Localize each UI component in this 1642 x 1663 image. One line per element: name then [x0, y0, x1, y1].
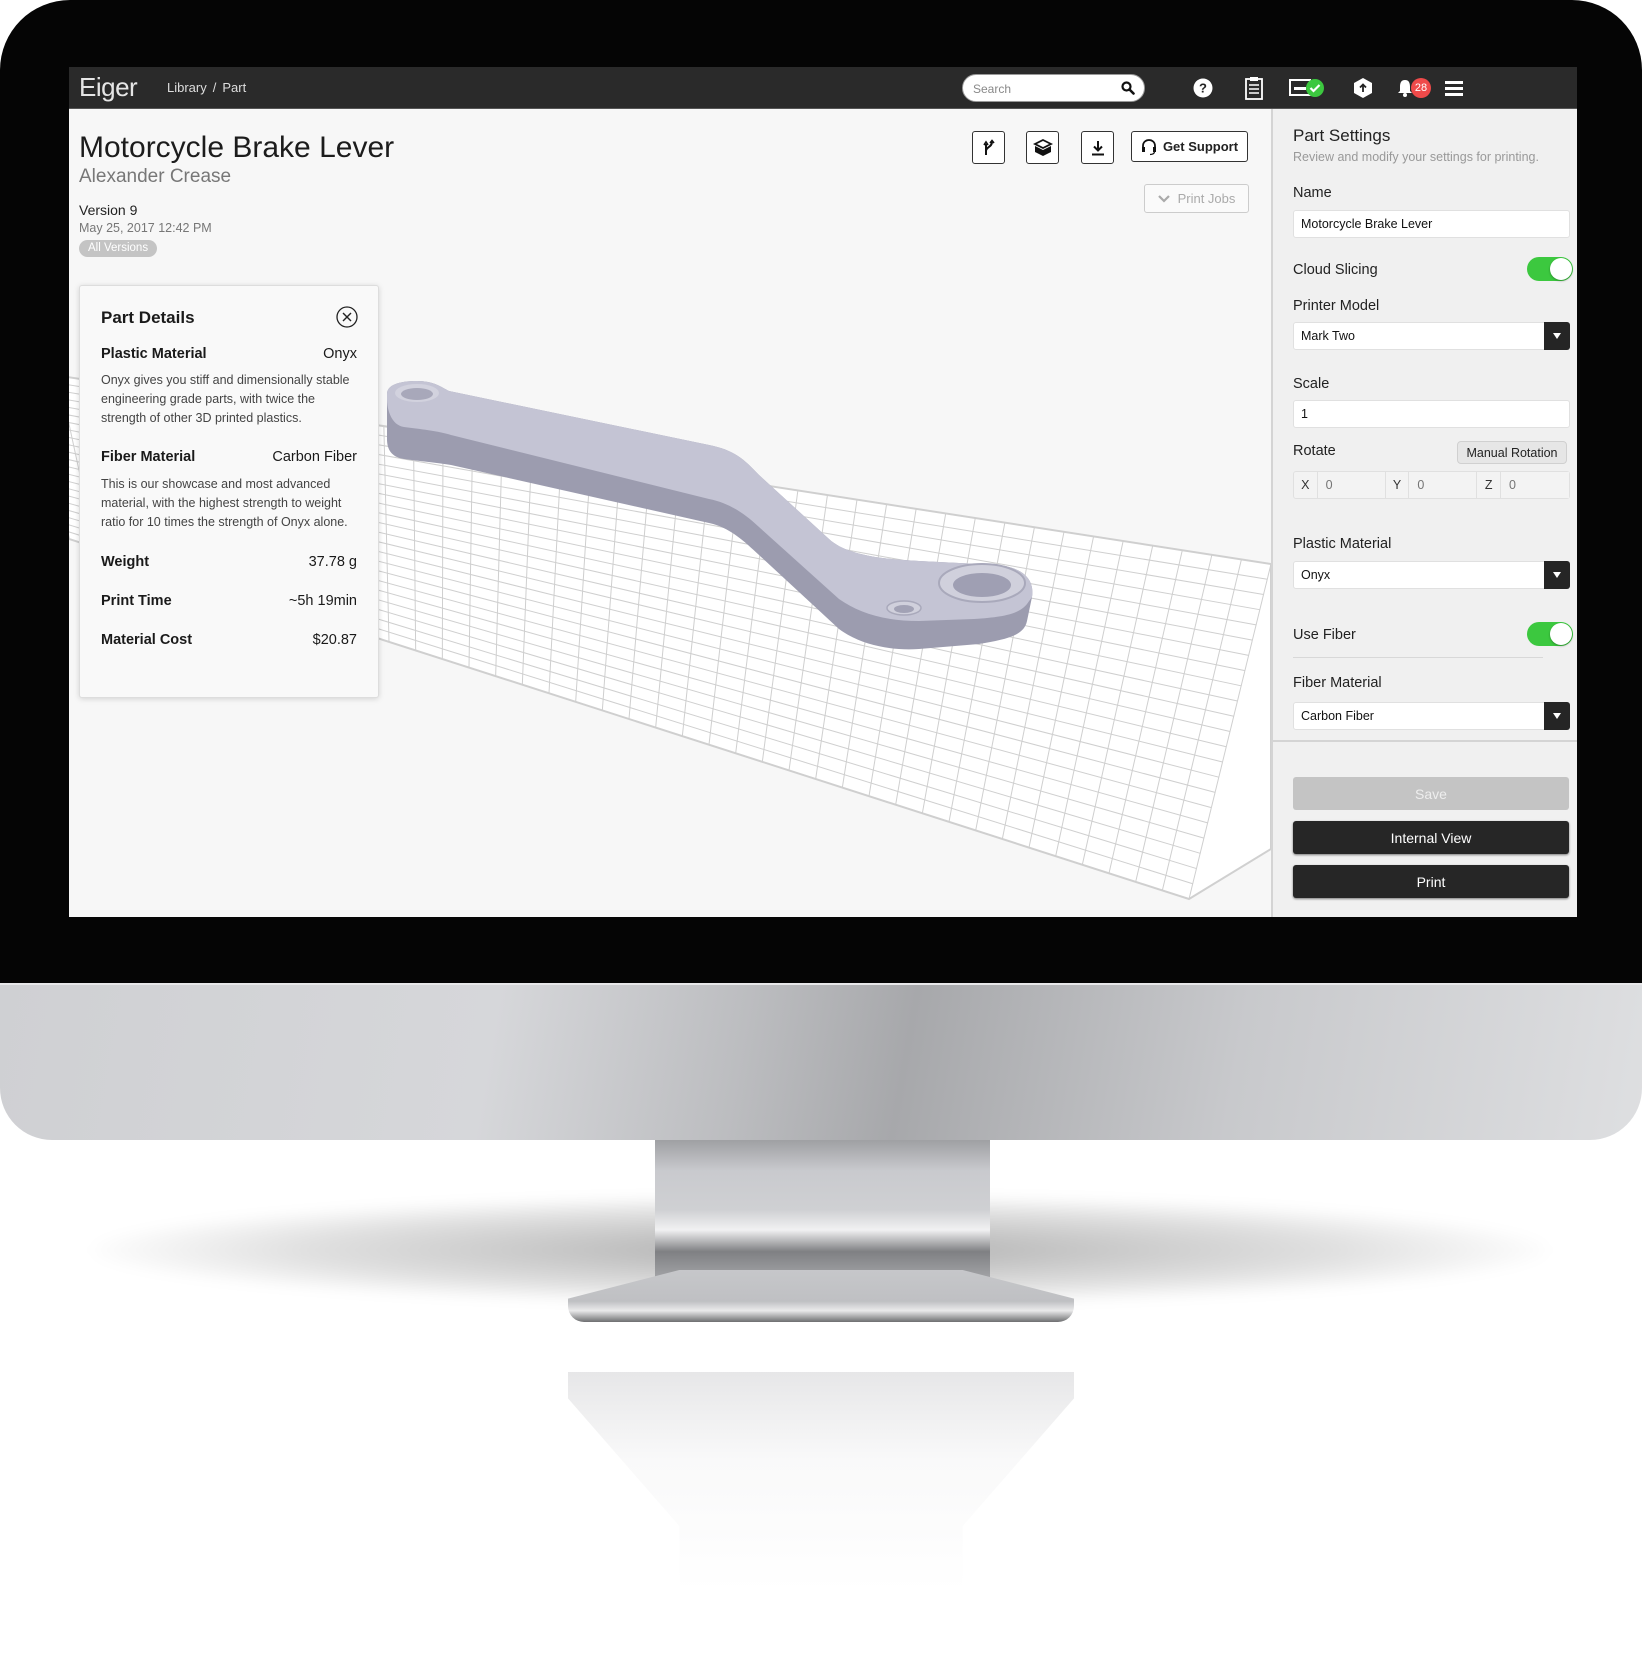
part-settings-panel: Part Settings Review and modify your set…: [1271, 109, 1577, 917]
printer-model-value: Mark Two: [1301, 329, 1355, 343]
material-cost-value: $20.87: [312, 632, 357, 648]
version-label: Version 9: [79, 202, 138, 218]
top-navigation-bar: Eiger Library / Part ?: [69, 67, 1577, 109]
part-details-title: Part Details: [101, 308, 195, 327]
part-view: Motorcycle Brake Lever Alexander Crease …: [69, 109, 1271, 917]
fiber-material-row: Fiber Material Carbon Fiber: [101, 449, 357, 465]
part-details-card: Part Details Plastic Material Onyx Onyx …: [79, 285, 379, 698]
toggle-knob: [1550, 258, 1572, 280]
dropdown-arrow-icon[interactable]: [1544, 702, 1570, 730]
clipboard-icon[interactable]: [1244, 76, 1264, 100]
cloud-slicing-toggle[interactable]: [1527, 257, 1573, 281]
dropdown-arrow-icon[interactable]: [1544, 322, 1570, 350]
rotate-y-input[interactable]: [1409, 472, 1478, 498]
plastic-material-row: Plastic Material Onyx: [101, 346, 357, 362]
page-title: Motorcycle Brake Lever: [79, 131, 395, 164]
material-cost-label: Material Cost: [101, 632, 193, 648]
name-label: Name: [1293, 185, 1332, 201]
use-fiber-toggle[interactable]: [1527, 622, 1573, 646]
app-logo[interactable]: Eiger: [79, 72, 138, 103]
internal-view-button[interactable]: Internal View: [1293, 821, 1569, 854]
rotate-x-input[interactable]: [1317, 472, 1386, 498]
fiber-material-label: Fiber Material: [101, 449, 196, 465]
manual-rotation-button[interactable]: Manual Rotation: [1457, 441, 1567, 464]
rotate-label: Rotate: [1293, 443, 1336, 459]
stand-reflection: [568, 1372, 1074, 1592]
scale-label: Scale: [1293, 376, 1330, 392]
app-screen: Eiger Library / Part ?: [69, 67, 1577, 917]
fiber-material-description: This is our showcase and most advanced m…: [101, 477, 348, 529]
plastic-material-select[interactable]: Onyx: [1293, 561, 1570, 589]
printer-status-icon[interactable]: [1289, 76, 1325, 100]
breadcrumb: Library / Part: [167, 80, 246, 95]
rotate-z-input[interactable]: [1501, 472, 1570, 498]
material-cost-row: Material Cost $20.87: [101, 632, 357, 648]
get-support-button[interactable]: Get Support: [1131, 131, 1248, 162]
fiber-material-setting-label: Fiber Material: [1293, 675, 1382, 691]
search-box: [962, 74, 1145, 102]
section-divider: [1293, 657, 1543, 658]
search-input[interactable]: [973, 80, 1113, 98]
breadcrumb-separator: /: [212, 80, 217, 95]
download-button[interactable]: [1081, 131, 1114, 164]
version-date: May 25, 2017 12:42 PM: [79, 221, 212, 235]
plastic-material-description: Onyx gives you stiff and dimensionally s…: [101, 373, 350, 425]
plastic-material-setting-label: Plastic Material: [1293, 536, 1392, 552]
plastic-material-label: Plastic Material: [101, 346, 207, 362]
all-versions-button[interactable]: All Versions: [79, 240, 158, 257]
print-time-value: ~5h 19min: [288, 593, 357, 609]
download-icon: [1091, 140, 1104, 155]
branch-icon: [982, 138, 995, 155]
weight-label: Weight: [101, 554, 150, 570]
printer-model-label: Printer Model: [1293, 298, 1380, 314]
part-settings-subtitle: Review and modify your settings for prin…: [1293, 150, 1539, 164]
breadcrumb-library[interactable]: Library: [167, 80, 207, 95]
rotation-inputs: X Y Z: [1293, 471, 1570, 499]
help-icon[interactable]: ?: [1193, 76, 1213, 100]
print-jobs-dropdown[interactable]: Print Jobs: [1144, 184, 1249, 213]
fiber-material-select-value: Carbon Fiber: [1301, 709, 1374, 723]
name-input[interactable]: [1293, 210, 1570, 238]
svg-text:?: ?: [1199, 81, 1207, 96]
rotate-y-label: Y: [1386, 472, 1410, 498]
print-button[interactable]: Print: [1293, 865, 1569, 898]
notification-count-badge: 28: [1411, 78, 1431, 98]
rotate-x-label: X: [1294, 472, 1318, 498]
chevron-down-icon: [1157, 194, 1170, 203]
breadcrumb-part[interactable]: Part: [222, 80, 246, 95]
toggle-knob: [1550, 623, 1572, 645]
save-button[interactable]: Save: [1293, 777, 1569, 810]
cloud-slicing-label: Cloud Slicing: [1293, 262, 1378, 278]
part-settings-title: Part Settings: [1293, 126, 1391, 145]
fiber-material-value: Carbon Fiber: [272, 449, 357, 465]
branch-button[interactable]: [972, 131, 1005, 164]
part-author: Alexander Crease: [79, 166, 232, 187]
panel-divider: [1273, 740, 1577, 742]
print-time-row: Print Time ~5h 19min: [101, 593, 357, 609]
print-jobs-label: Print Jobs: [1177, 191, 1236, 206]
weight-value: 37.78 g: [308, 554, 357, 570]
upload-icon[interactable]: [1353, 76, 1373, 100]
plastic-material-value: Onyx: [323, 346, 357, 362]
headset-icon: [1141, 138, 1156, 155]
layers-button[interactable]: [1026, 131, 1059, 164]
fiber-material-select[interactable]: Carbon Fiber: [1293, 702, 1570, 730]
close-icon[interactable]: [336, 306, 358, 333]
rotate-z-label: Z: [1477, 472, 1502, 498]
monitor-chin: [0, 983, 1642, 1140]
plastic-material-select-value: Onyx: [1301, 568, 1331, 582]
use-fiber-label: Use Fiber: [1293, 627, 1356, 643]
weight-row: Weight 37.78 g: [101, 554, 357, 570]
print-time-label: Print Time: [101, 593, 172, 609]
dropdown-arrow-icon[interactable]: [1544, 561, 1570, 589]
notifications-button[interactable]: 28: [1397, 76, 1433, 100]
hamburger-menu-icon[interactable]: [1445, 76, 1463, 100]
scale-input[interactable]: [1293, 400, 1570, 428]
monitor-mockup: Eiger Library / Part ?: [0, 0, 1642, 1663]
printer-model-select[interactable]: Mark Two: [1293, 322, 1570, 350]
search-icon[interactable]: [1121, 81, 1135, 100]
get-support-label: Get Support: [1162, 139, 1239, 154]
layers-box-icon: [1032, 138, 1053, 156]
